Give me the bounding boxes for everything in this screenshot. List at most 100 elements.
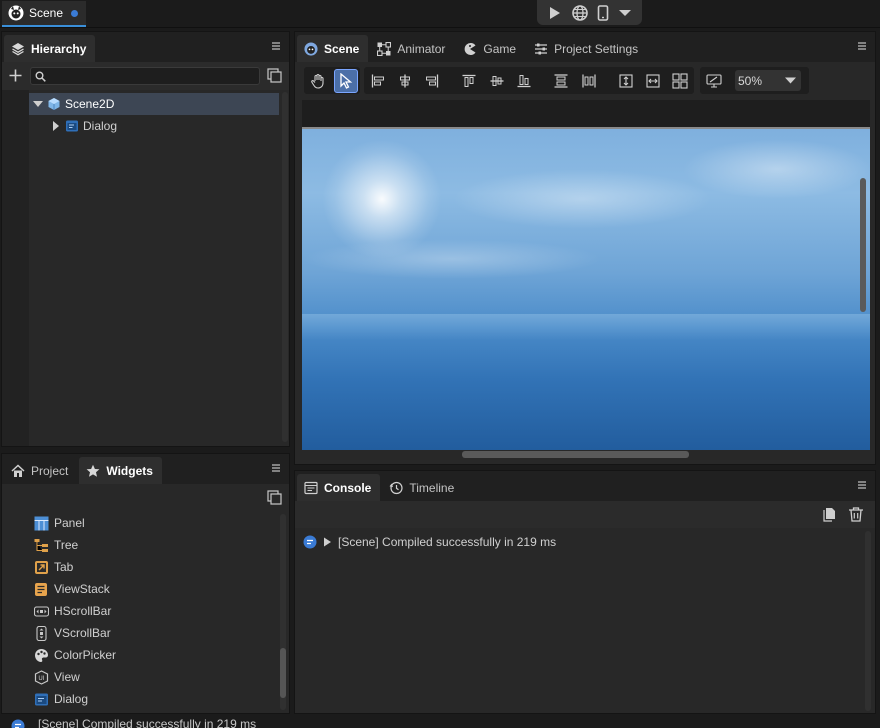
- console-log-row[interactable]: [Scene] Compiled successfully in 219 ms: [303, 532, 863, 552]
- tab-timeline[interactable]: Timeline: [382, 474, 463, 501]
- hierarchy-scrollbar[interactable]: [282, 92, 288, 442]
- align-left-icon[interactable]: [366, 69, 389, 93]
- panel-menu-icon[interactable]: [857, 41, 867, 51]
- document-tab-label: Scene: [29, 6, 64, 20]
- align-top-icon[interactable]: [458, 69, 481, 93]
- tab-widget-icon: [34, 560, 49, 575]
- tab-animator[interactable]: Animator: [370, 35, 454, 62]
- align-middle-v-icon[interactable]: [485, 69, 508, 93]
- widget-label: Panel: [54, 516, 85, 530]
- vscrollbar-widget-icon: [34, 625, 49, 641]
- hierarchy-toolbar: [2, 62, 289, 90]
- star-icon: [86, 464, 100, 478]
- tab-project[interactable]: Project: [4, 457, 77, 484]
- widget-item-dialog[interactable]: Dialog: [2, 688, 279, 710]
- widget-item-view[interactable]: UI View: [2, 666, 279, 688]
- cloud-2: [682, 139, 870, 199]
- scene-viewport[interactable]: [302, 100, 870, 450]
- zoom-value: 50%: [738, 74, 763, 88]
- console-tabstrip: Console Timeline: [295, 471, 875, 501]
- tab-animator-label: Animator: [397, 41, 446, 56]
- expand-arrow-icon[interactable]: [51, 121, 61, 131]
- tab-console[interactable]: Console: [297, 474, 381, 501]
- align-center-h-icon[interactable]: [393, 69, 416, 93]
- hand-tool-icon[interactable]: [306, 69, 330, 93]
- console-log-message: [Scene] Compiled successfully in 219 ms: [338, 535, 557, 549]
- hierarchy-gutter: [2, 90, 29, 446]
- tab-widgets[interactable]: Widgets: [79, 457, 162, 484]
- tab-project-settings-label: Project Settings: [554, 41, 639, 56]
- tab-scene[interactable]: Scene: [297, 35, 369, 62]
- collapse-arrow-icon[interactable]: [33, 99, 43, 109]
- panel-menu-icon[interactable]: [271, 463, 281, 473]
- status-bar: [Scene] Compiled successfully in 219 ms: [0, 715, 880, 728]
- align-bottom-icon[interactable]: [512, 69, 535, 93]
- widget-item-tab[interactable]: Tab: [2, 556, 279, 578]
- match-height-icon[interactable]: [614, 69, 637, 93]
- panel-menu-icon[interactable]: [857, 480, 867, 490]
- copy-panel-icon[interactable]: [267, 490, 282, 505]
- console-scrollbar[interactable]: [865, 531, 871, 711]
- hierarchy-tabstrip: Hierarchy: [2, 32, 289, 62]
- widget-item-tree[interactable]: Tree: [2, 534, 279, 556]
- tree-widget-icon: [34, 538, 49, 553]
- widgets-scrollbar-thumb[interactable]: [280, 648, 286, 698]
- tab-game[interactable]: Game: [456, 35, 525, 62]
- hierarchy-search-input[interactable]: [30, 67, 260, 85]
- console-panel: Console Timeline [Scene] Compiled succes…: [294, 470, 876, 714]
- zoom-tools: 50%: [700, 67, 809, 94]
- document-tab-scene[interactable]: Scene: [2, 1, 86, 27]
- match-width-icon[interactable]: [641, 69, 664, 93]
- panel-menu-icon[interactable]: [271, 41, 281, 51]
- widget-label: Dialog: [54, 692, 89, 706]
- widget-label: ColorPicker: [54, 648, 117, 662]
- device-dropdown-chevron-icon[interactable]: [619, 9, 632, 17]
- cloud-3: [302, 239, 602, 279]
- view-widget-icon: UI: [34, 669, 49, 685]
- dialog-node-icon: [65, 119, 79, 133]
- play-icon[interactable]: [548, 6, 562, 20]
- globe-icon[interactable]: [571, 4, 588, 21]
- widgets-tabstrip: Project Widgets: [2, 454, 289, 484]
- clear-trash-icon[interactable]: [848, 506, 864, 522]
- copy-document-icon[interactable]: [823, 507, 836, 522]
- tree-label-dialog: Dialog: [83, 119, 118, 133]
- distribute-horizontal-icon[interactable]: [577, 69, 600, 93]
- tree-label-scene2d: Scene2D: [65, 97, 115, 111]
- tab-project-label: Project: [31, 463, 69, 478]
- add-node-plus-icon[interactable]: [9, 69, 22, 82]
- widget-item-hscrollbar[interactable]: HScrollBar: [2, 600, 279, 622]
- scene-cube-icon: [47, 97, 61, 111]
- tree-row-scene2d[interactable]: Scene2D: [29, 93, 279, 115]
- game-pacman-icon: [463, 42, 477, 56]
- widget-item-panel[interactable]: Panel: [2, 512, 279, 534]
- zoom-select[interactable]: 50%: [735, 70, 801, 91]
- viewport-horizontal-scrollbar[interactable]: [462, 451, 689, 458]
- sky-background-image: [302, 129, 870, 450]
- widgets-panel: Project Widgets Panel Tree Tab ViewStack…: [1, 453, 290, 714]
- widget-label: VScrollBar: [54, 626, 111, 640]
- tab-project-settings[interactable]: Project Settings: [527, 35, 647, 62]
- mobile-device-icon[interactable]: [597, 4, 609, 21]
- expand-log-arrow-icon[interactable]: [323, 537, 332, 547]
- status-info-icon: [11, 719, 25, 728]
- viewstack-widget-icon: [34, 582, 49, 597]
- screen-fit-icon[interactable]: [702, 69, 726, 93]
- viewport-vertical-scrollbar[interactable]: [860, 178, 866, 312]
- scene-logo-icon: [304, 41, 318, 56]
- widget-item-vscrollbar[interactable]: VScrollBar: [2, 622, 279, 644]
- widget-item-viewstack[interactable]: ViewStack: [2, 578, 279, 600]
- tree-row-dialog[interactable]: Dialog: [29, 115, 279, 137]
- align-right-icon[interactable]: [421, 69, 444, 93]
- select-arrow-tool-icon[interactable]: [334, 68, 358, 93]
- tab-hierarchy-label: Hierarchy: [31, 41, 87, 56]
- tab-timeline-label: Timeline: [409, 480, 455, 495]
- tab-hierarchy[interactable]: Hierarchy: [4, 35, 96, 62]
- timeline-clock-icon: [389, 481, 403, 495]
- copy-panel-icon[interactable]: [267, 68, 282, 83]
- distribute-vertical-icon[interactable]: [550, 69, 573, 93]
- hscrollbar-widget-icon: [34, 604, 49, 619]
- widget-item-colorpicker[interactable]: ColorPicker: [2, 644, 279, 666]
- grid-layout-icon[interactable]: [669, 69, 692, 93]
- widget-label: Tree: [54, 538, 79, 552]
